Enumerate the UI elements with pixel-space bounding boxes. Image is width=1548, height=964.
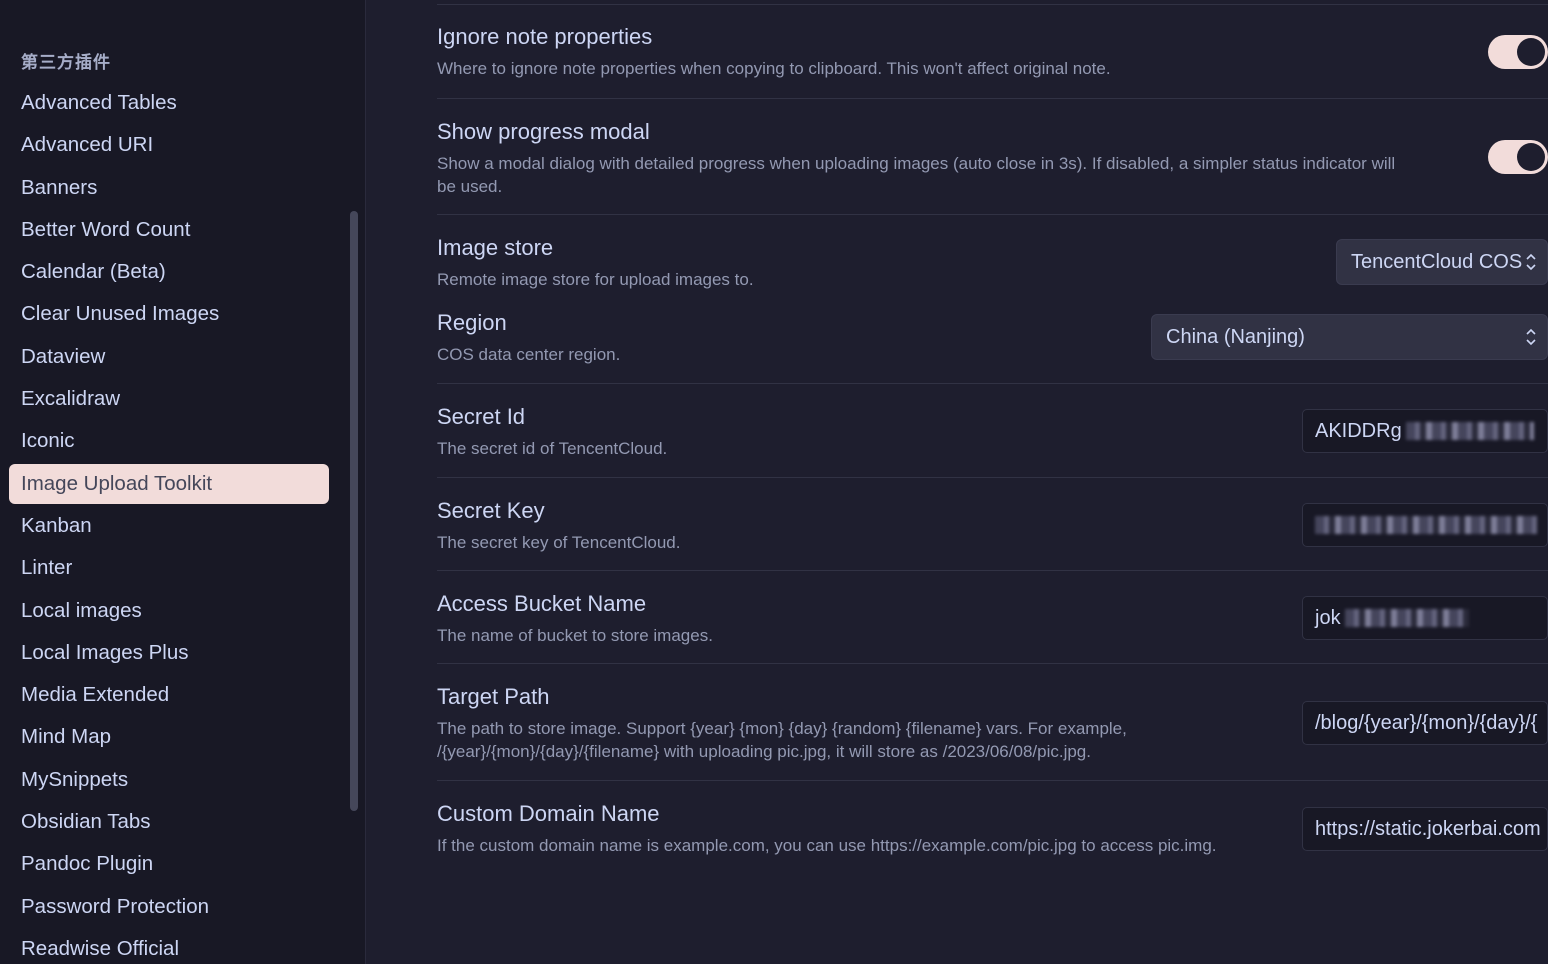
sidebar-item[interactable]: Banners	[9, 168, 329, 208]
redacted-value	[1315, 516, 1537, 534]
settings-sidebar: 第三方插件 Advanced Tables Advanced URI Banners…	[0, 0, 366, 964]
setting-description-line2: be used.	[437, 177, 503, 196]
setting-name: Access Bucket Name	[437, 591, 647, 616]
sidebar-item[interactable]: MySnippets	[9, 760, 329, 800]
sidebar-item[interactable]: Obsidian Tabs	[9, 802, 329, 842]
sidebar-item[interactable]: Media Extended	[9, 675, 329, 715]
redacted-value	[1344, 609, 1469, 627]
chevron-up-down-icon	[1526, 328, 1536, 346]
sidebar-scrollbar[interactable]	[350, 211, 358, 811]
setting-description: Remote image store for upload images to.	[437, 270, 754, 289]
toggle-knob	[1517, 143, 1545, 171]
sidebar-item[interactable]: Calendar (Beta)	[9, 252, 329, 292]
sidebar-item-label: Local Images Plus	[21, 640, 189, 664]
sidebar-item-label: Iconic	[21, 429, 75, 453]
sidebar-item[interactable]: Advanced Tables	[9, 83, 329, 123]
sidebar-item[interactable]: Kanban	[9, 506, 329, 546]
sidebar-item-label: Image Upload Toolkit	[21, 471, 213, 495]
target-path-input[interactable]: /blog/{year}/{mon}/{day}/{	[1302, 701, 1548, 745]
sidebar-item-label: Dataview	[21, 344, 106, 368]
setting-image-store: Image store Remote image store for uploa…	[437, 214, 1548, 290]
chevron-up-down-icon	[1526, 253, 1536, 271]
sidebar-item[interactable]: Password Protection	[9, 887, 329, 927]
region-dropdown[interactable]: China (Nanjing)	[1151, 314, 1548, 360]
sidebar-item-label: Readwise Official	[21, 936, 179, 960]
input-value: https://static.jokerbai.com	[1315, 817, 1541, 840]
setting-name: Show progress modal	[437, 119, 650, 144]
redacted-value	[1405, 422, 1534, 440]
input-value: jok	[1315, 606, 1341, 629]
bucket-name-input[interactable]: jok	[1302, 596, 1548, 640]
custom-domain-input[interactable]: https://static.jokerbai.com	[1302, 807, 1548, 851]
sidebar-item-label: Media Extended	[21, 683, 170, 707]
setting-description: The name of bucket to store images.	[437, 626, 713, 645]
sidebar-item[interactable]: Iconic	[9, 421, 329, 461]
setting-name: Secret Key	[437, 498, 545, 523]
sidebar-plugin-list: Advanced Tables Advanced URI Banners Better…	[9, 83, 329, 964]
sidebar-item[interactable]: Pandoc Plugin	[9, 844, 329, 884]
setting-description: If the custom domain name is example.com…	[437, 836, 1217, 855]
sidebar-item[interactable]: Linter	[9, 548, 329, 588]
image-store-dropdown[interactable]: TencentCloud COS	[1336, 239, 1548, 285]
setting-description: The path to store image. Support {year} …	[437, 719, 1127, 738]
input-value: AKIDDRg	[1315, 419, 1402, 442]
sidebar-item-label: Banners	[21, 175, 98, 199]
sidebar-item-label: Password Protection	[21, 894, 210, 918]
ignore-note-properties-toggle[interactable]	[1488, 35, 1548, 69]
sidebar-item[interactable]: Clear Unused Images	[9, 294, 329, 334]
sidebar-item[interactable]: Readwise Official	[9, 929, 329, 964]
sidebar-item-label: MySnippets	[21, 767, 129, 791]
secret-id-input[interactable]: AKIDDRg	[1302, 409, 1548, 453]
dropdown-value: TencentCloud COS	[1351, 250, 1523, 273]
setting-custom-domain-name: Custom Domain Name If the custom domain …	[437, 780, 1548, 880]
setting-description: Show a modal dialog with detailed progre…	[437, 154, 1396, 173]
setting-show-progress-modal: Show progress modal Show a modal dialog …	[437, 98, 1548, 214]
setting-name: Ignore note properties	[437, 24, 653, 49]
sidebar-item-label: Calendar (Beta)	[21, 260, 166, 284]
setting-access-bucket-name: Access Bucket Name The name of bucket to…	[437, 570, 1548, 663]
setting-name: Region	[437, 310, 507, 335]
setting-description-line2: /{year}/{mon}/{day}/{filename} with uplo…	[437, 742, 1091, 761]
sidebar-item[interactable]: Advanced URI	[9, 125, 329, 165]
sidebar-item[interactable]: Mind Map	[9, 717, 329, 757]
sidebar-item-label: Excalidraw	[21, 387, 121, 411]
setting-description: The secret key of TencentCloud.	[437, 533, 681, 552]
toggle-knob	[1517, 38, 1545, 66]
setting-name: Custom Domain Name	[437, 801, 660, 826]
sidebar-item-label: Pandoc Plugin	[21, 852, 154, 876]
setting-secret-key: Secret Key The secret key of TencentClou…	[437, 477, 1548, 570]
settings-content: Ignore note properties Where to ignore n…	[366, 0, 1548, 964]
setting-name: Image store	[437, 235, 554, 260]
setting-description: The secret id of TencentCloud.	[437, 439, 668, 458]
sidebar-item-label: Mind Map	[21, 725, 112, 749]
dropdown-value: China (Nanjing)	[1166, 325, 1305, 348]
setting-name: Secret Id	[437, 404, 526, 429]
setting-description: Where to ignore note properties when cop…	[437, 59, 1111, 78]
sidebar-item[interactable]: Excalidraw	[9, 379, 329, 419]
setting-ignore-note-properties: Ignore note properties Where to ignore n…	[437, 4, 1548, 98]
sidebar-item-label: Kanban	[21, 513, 92, 537]
sidebar-item-label: Linter	[21, 556, 73, 580]
secret-key-input[interactable]	[1302, 503, 1548, 547]
setting-description: COS data center region.	[437, 345, 621, 364]
sidebar-item-label: Better Word Count	[21, 217, 191, 241]
sidebar-item[interactable]: Dataview	[9, 337, 329, 377]
sidebar-item-label: Advanced Tables	[21, 91, 177, 114]
sidebar-item[interactable]: Image Upload Toolkit	[9, 463, 329, 504]
setting-secret-id: Secret Id The secret id of TencentCloud.…	[437, 383, 1548, 477]
setting-target-path: Target Path The path to store image. Sup…	[437, 663, 1548, 780]
setting-region: Region COS data center region. China (Na…	[437, 290, 1548, 383]
sidebar-section-heading: 第三方插件	[21, 53, 111, 72]
sidebar-item[interactable]: Local Images Plus	[9, 633, 329, 673]
sidebar-item[interactable]: Better Word Count	[9, 210, 329, 250]
sidebar-item-label: Clear Unused Images	[21, 302, 220, 326]
sidebar-item-label: Advanced URI	[21, 133, 154, 157]
sidebar-item-label: Local images	[21, 598, 142, 622]
setting-name: Target Path	[437, 684, 550, 709]
sidebar-item-label: Obsidian Tabs	[21, 810, 151, 834]
input-value: /blog/{year}/{mon}/{day}/{	[1315, 711, 1538, 734]
show-progress-modal-toggle[interactable]	[1488, 140, 1548, 174]
sidebar-item[interactable]: Local images	[9, 591, 329, 631]
